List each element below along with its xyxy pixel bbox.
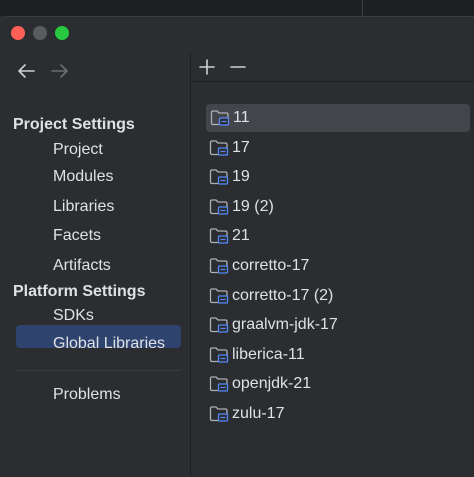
sdk-toolbar (191, 53, 474, 81)
sdk-label: 19 (2) (232, 198, 274, 215)
sdk-label: corretto-17 (2) (232, 287, 334, 304)
sdk-row[interactable]: liberica-11 (205, 341, 471, 369)
project-structure-window: Project Settings Project Modules Librari… (0, 16, 474, 477)
sdk-folder-icon (209, 376, 229, 392)
sdk-row[interactable]: corretto-17 (2) (205, 282, 471, 310)
sdk-label: openjdk-21 (232, 375, 312, 392)
sdk-label: corretto-17 (232, 257, 310, 274)
sdk-folder-icon (209, 169, 229, 185)
sdk-folder-icon (209, 140, 229, 156)
sdk-panel: 11 17 19 19 (2) 21 corretto-17 corretto-17 (2)… (191, 53, 474, 477)
sdk-row[interactable]: corretto-17 (205, 252, 471, 280)
arrow-right-icon (51, 64, 68, 78)
toolbar-divider (191, 81, 474, 82)
zoom-window-button[interactable] (55, 26, 69, 40)
sdk-folder-icon (210, 110, 230, 126)
sidebar-item-facets[interactable]: Facets (53, 227, 101, 245)
sdk-folder-icon (209, 288, 229, 304)
background-window-strip (0, 0, 474, 16)
sdk-row[interactable]: 21 (205, 222, 471, 250)
back-button[interactable] (16, 63, 36, 79)
forward-button[interactable] (50, 63, 70, 79)
sidebar-item-sdks[interactable]: SDKs (53, 307, 94, 325)
platform-settings-heading: Platform Settings (13, 283, 146, 300)
background-divider (362, 0, 363, 16)
sdk-folder-icon (209, 258, 229, 274)
sdk-label: zulu-17 (232, 405, 285, 422)
add-sdk-button[interactable] (197, 57, 217, 77)
sdk-row[interactable]: openjdk-21 (205, 370, 471, 398)
sdk-row[interactable]: 19 (2) (205, 193, 471, 221)
sdk-folder-icon (209, 406, 229, 422)
project-settings-heading: Project Settings (13, 116, 135, 133)
plus-icon (199, 59, 215, 75)
sdk-folder-icon (209, 347, 229, 363)
sdk-row[interactable]: 17 (205, 134, 471, 162)
remove-sdk-button[interactable] (228, 57, 248, 77)
sidebar-item-modules[interactable]: Modules (53, 168, 113, 186)
sdk-row[interactable]: 11 (206, 104, 470, 132)
settings-sidebar: Project Settings Project Modules Librari… (0, 53, 190, 477)
navigation-buttons (16, 63, 70, 79)
sdk-label: 17 (232, 139, 250, 156)
sidebar-item-libraries[interactable]: Libraries (53, 198, 114, 216)
sidebar-item-artifacts[interactable]: Artifacts (53, 257, 111, 275)
sdk-row[interactable]: zulu-17 (205, 400, 471, 428)
minus-icon (230, 66, 246, 68)
window-controls (11, 26, 69, 40)
sdk-label: 11 (233, 109, 250, 126)
arrow-left-icon (18, 64, 35, 78)
sdk-label: liberica-11 (232, 346, 305, 363)
close-window-button[interactable] (11, 26, 25, 40)
sdk-label: graalvm-jdk-17 (232, 316, 338, 333)
sdk-row[interactable]: graalvm-jdk-17 (205, 311, 471, 339)
sdk-label: 21 (232, 227, 250, 244)
sdk-folder-icon (209, 228, 229, 244)
sdk-folder-icon (209, 317, 229, 333)
sidebar-divider (16, 370, 181, 371)
sdk-folder-icon (209, 199, 229, 215)
minimize-window-button[interactable] (33, 26, 47, 40)
sidebar-item-problems[interactable]: Problems (53, 386, 121, 404)
sdk-row[interactable]: 19 (205, 163, 471, 191)
sidebar-item-project[interactable]: Project (53, 141, 103, 159)
sdk-label: 19 (232, 168, 250, 185)
sidebar-item-global-libraries[interactable]: Global Libraries (53, 335, 165, 353)
